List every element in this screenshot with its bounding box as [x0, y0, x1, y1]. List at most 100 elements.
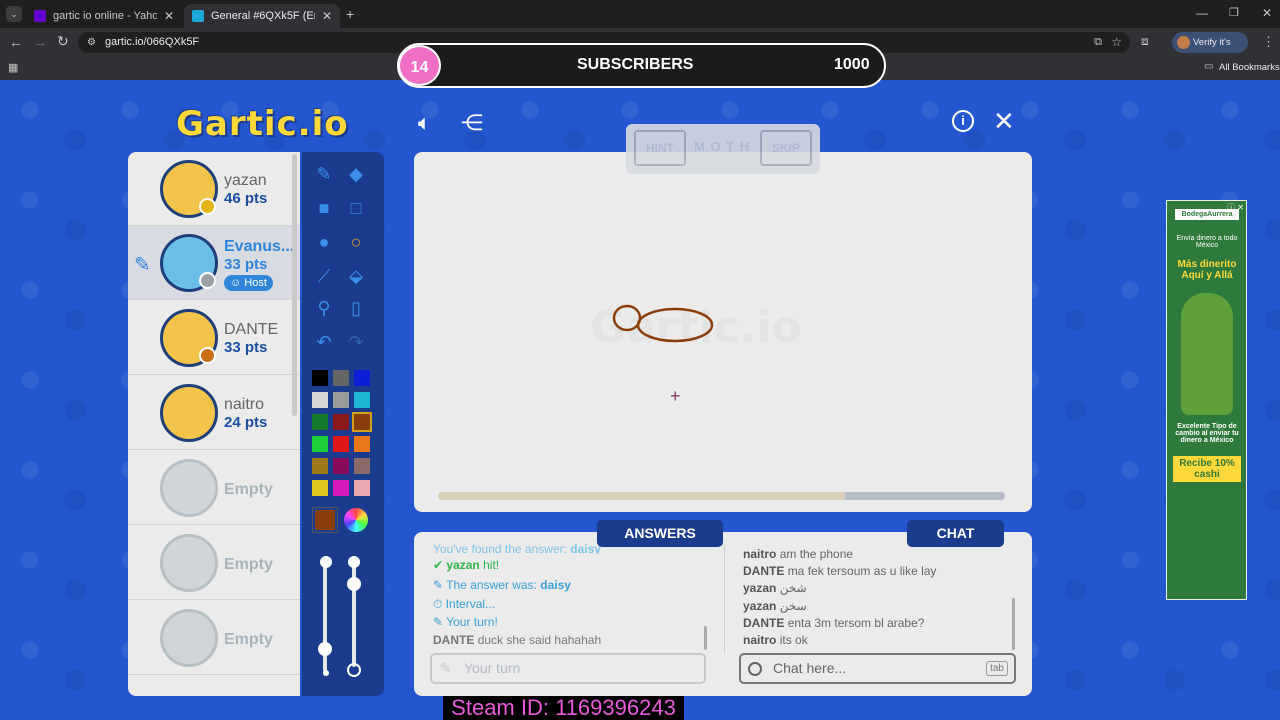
color-swatch[interactable]	[333, 480, 349, 496]
info-icon[interactable]: i	[952, 110, 974, 132]
close-tab-icon[interactable]: ✕	[164, 9, 174, 23]
back-icon[interactable]: ←	[9, 34, 23, 50]
filled-rectangle-icon[interactable]: ■	[310, 194, 338, 222]
current-color-swatch[interactable]	[312, 507, 338, 533]
avatar	[160, 534, 218, 592]
color-swatch[interactable]	[312, 480, 328, 496]
chat-scrollbar[interactable]	[1012, 598, 1015, 650]
redo-icon[interactable]: ↷	[342, 328, 370, 356]
message-text: شخن	[779, 581, 807, 595]
color-swatch[interactable]	[333, 458, 349, 474]
scrollbar[interactable]	[292, 154, 297, 416]
undo-icon[interactable]: ↶	[310, 328, 338, 356]
forward-icon[interactable]: →	[33, 34, 47, 50]
brush-size-slider[interactable]	[318, 562, 332, 672]
gartic-favicon-icon	[192, 10, 204, 22]
circle-icon[interactable]: ○	[342, 228, 370, 256]
page-icon[interactable]: ▯	[342, 294, 370, 322]
filled-circle-icon[interactable]: ●	[310, 228, 338, 256]
url-text: gartic.io/066QXk5F	[105, 36, 200, 48]
minimize-icon[interactable]: —	[1196, 6, 1208, 20]
color-swatch[interactable]	[312, 392, 328, 408]
close-icon[interactable]: ✕	[993, 106, 1015, 137]
color-swatch[interactable]	[352, 412, 372, 432]
subscriber-count: 14	[398, 45, 441, 86]
answer-input[interactable]: ✎ Your turn	[430, 653, 706, 684]
new-tab-button[interactable]: +	[346, 6, 354, 22]
share-icon[interactable]: ⋲	[461, 110, 483, 136]
player-row: ✎ Evanus... 33 pts ☺ Host	[128, 226, 300, 300]
progress-fill	[438, 492, 847, 500]
chat-message: DANTE enta 3m tersom bl arabe?	[743, 616, 924, 630]
message-text: hit!	[483, 558, 500, 572]
skip-button[interactable]: SKIP	[760, 130, 812, 166]
color-swatch[interactable]	[354, 458, 370, 474]
fill-bucket-icon[interactable]: ⬙	[342, 262, 370, 290]
color-swatch[interactable]	[333, 436, 349, 452]
stroke-body	[636, 307, 714, 343]
eraser-icon[interactable]: ◆	[342, 160, 370, 188]
advertisement-banner[interactable]: ⓘ ✕ BodegaAurrera Envía dinero a todo Mé…	[1166, 200, 1247, 600]
install-app-icon[interactable]: ⧉	[1094, 32, 1102, 53]
avatar	[1177, 36, 1190, 49]
color-swatch[interactable]	[333, 370, 349, 386]
message-text: enta 3m tersom bl arabe?	[787, 616, 925, 630]
tab-chat[interactable]: CHAT	[907, 520, 1004, 547]
color-swatch[interactable]	[354, 436, 370, 452]
tab-search-button[interactable]: ⌄	[6, 6, 22, 22]
color-swatch[interactable]	[312, 370, 328, 386]
player-row-empty: Empty	[128, 526, 300, 600]
tab-yahoo[interactable]: gartic io online - Yahoo Search ✕	[26, 4, 182, 28]
slider-thumb[interactable]	[347, 577, 361, 591]
avatar	[160, 609, 218, 667]
status-badge	[199, 272, 216, 289]
opacity-slider[interactable]	[347, 562, 361, 667]
hint-bar: HINT M O T H SKIP	[626, 124, 820, 174]
pen-icon[interactable]: ✎	[310, 160, 338, 188]
drawing-tools-panel: ✎ ◆ ■ □ ● ○ ⟋ ⬙ ⚲ ▯ ↶ ↷	[302, 152, 384, 696]
player-name: yazan	[224, 172, 267, 189]
slider-thumb[interactable]	[318, 642, 332, 656]
profile-verify-button[interactable]: Verify it's you	[1172, 32, 1248, 69]
restore-icon[interactable]: ❐	[1229, 6, 1239, 19]
answers-scrollbar[interactable]	[704, 626, 707, 650]
rectangle-icon[interactable]: □	[342, 194, 370, 222]
color-swatch[interactable]	[312, 458, 328, 474]
color-swatch[interactable]	[312, 414, 328, 430]
player-row-empty: Empty	[128, 451, 300, 525]
tab-gartic[interactable]: General #6QXk5F (English) - Ga ✕	[184, 4, 340, 28]
hint-button[interactable]: HINT	[634, 130, 686, 166]
bookmark-star-icon[interactable]: ☆	[1111, 32, 1122, 53]
color-swatch[interactable]	[354, 370, 370, 386]
color-swatch[interactable]	[354, 392, 370, 408]
reload-icon[interactable]: ↻	[57, 33, 69, 50]
volume-icon[interactable]: 🔈︎	[418, 110, 431, 136]
close-tab-icon[interactable]: ✕	[322, 9, 332, 23]
color-swatch[interactable]	[354, 480, 370, 496]
player-row: DANTE 33 pts	[128, 301, 300, 375]
color-swatch[interactable]	[312, 436, 328, 452]
close-window-icon[interactable]: ✕	[1262, 6, 1272, 20]
empty-slot-label: Empty	[224, 556, 273, 573]
color-swatch[interactable]	[333, 414, 349, 430]
chat-placeholder: Chat here...	[773, 660, 847, 676]
line-icon[interactable]: ⟋	[310, 262, 338, 290]
all-bookmarks-link[interactable]: All Bookmarks	[1219, 62, 1280, 73]
ad-character-image	[1181, 293, 1233, 415]
pencil-icon: ✎	[433, 578, 444, 592]
menu-icon[interactable]: ⋮	[1262, 34, 1275, 50]
tab-answers[interactable]: ANSWERS	[597, 520, 723, 547]
subscriber-goal-bar: SUBSCRIBERS 1000	[397, 43, 886, 88]
browser-tab-bar: ⌄ gartic io online - Yahoo Search ✕ Gene…	[0, 0, 1280, 28]
drawing-canvas[interactable]: Gartic.io +	[414, 152, 1032, 512]
ad-line2: Más dinerito Aquí y Allá	[1177, 259, 1237, 281]
apps-grid-icon[interactable]: ▦	[8, 61, 18, 74]
eyedropper-icon[interactable]: ⚲	[310, 294, 338, 322]
tab-title: General #6QXk5F (English) - Ga	[211, 10, 315, 22]
color-swatch[interactable]	[333, 392, 349, 408]
empty-slot-label: Empty	[224, 481, 273, 498]
chat-input[interactable]: Chat here... tab	[739, 653, 1016, 684]
site-info-icon[interactable]: ⚙	[87, 32, 96, 53]
color-picker-wheel-icon[interactable]	[344, 508, 368, 532]
extensions-icon[interactable]: ⧈	[1141, 34, 1149, 49]
